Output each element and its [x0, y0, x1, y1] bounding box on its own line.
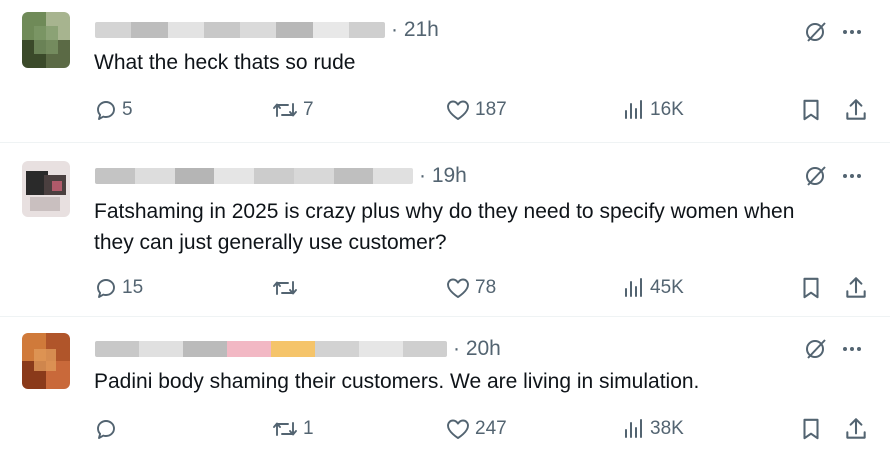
avatar-pixel	[30, 197, 60, 211]
action-bar: 15 78 45K	[0, 273, 890, 303]
share-icon[interactable]	[843, 416, 869, 442]
reply-icon	[97, 279, 115, 298]
share-icon[interactable]	[843, 97, 869, 123]
like-count: 247	[475, 418, 507, 439]
views-count: 45K	[650, 277, 684, 298]
post-text: What the heck thats so rude	[94, 51, 356, 74]
more-icon[interactable]	[840, 20, 864, 44]
action-bar: 1 247 38K	[0, 414, 890, 444]
bookmark-icon[interactable]	[798, 275, 824, 301]
like-button[interactable]: 247	[445, 414, 507, 444]
grok-icon[interactable]	[804, 337, 828, 361]
action-bar: 5 7 187 16K	[0, 95, 890, 125]
reply-icon	[97, 101, 115, 120]
bookmark-icon[interactable]	[798, 416, 824, 442]
timestamp[interactable]: · 20h	[453, 337, 501, 361]
repost-button[interactable]	[271, 273, 303, 303]
repost-button[interactable]: 7	[271, 95, 314, 125]
avatar-pixel	[34, 349, 56, 371]
reply-button[interactable]: 5	[94, 95, 133, 125]
avatar-pixel	[34, 26, 58, 54]
avatar-pixel	[52, 181, 62, 191]
avatar[interactable]	[22, 12, 70, 68]
repost-count: 7	[303, 99, 314, 120]
views-count: 38K	[650, 418, 684, 439]
like-button[interactable]: 187	[445, 95, 507, 125]
post-1[interactable]: · 21h What the heck thats so rude 5 7 18…	[0, 0, 890, 143]
like-icon	[447, 278, 469, 298]
repost-icon	[273, 281, 297, 295]
blurred-username[interactable]	[95, 22, 385, 38]
grok-icon[interactable]	[804, 20, 828, 44]
views-count: 16K	[650, 99, 684, 120]
views-button[interactable]: 45K	[622, 273, 684, 303]
post-text: Fatshaming in 2025 is crazy plus why do …	[94, 200, 795, 254]
grok-icon[interactable]	[804, 164, 828, 188]
views-button[interactable]: 38K	[622, 414, 684, 444]
reply-button[interactable]: 15	[94, 273, 143, 303]
repost-count: 1	[303, 418, 314, 439]
views-button[interactable]: 16K	[622, 95, 684, 125]
more-icon[interactable]	[840, 337, 864, 361]
post-3[interactable]: · 20h Padini body shaming their customer…	[0, 317, 890, 460]
post-2[interactable]: · 19h Fatshaming in 2025 is crazy plus w…	[0, 143, 890, 317]
avatar[interactable]	[22, 161, 70, 217]
reply-button[interactable]	[94, 414, 122, 444]
repost-icon	[273, 103, 297, 117]
bookmark-icon[interactable]	[798, 97, 824, 123]
timestamp[interactable]: · 21h	[391, 18, 439, 42]
views-icon	[625, 419, 642, 438]
reply-icon	[97, 420, 115, 439]
repost-button[interactable]: 1	[271, 414, 314, 444]
like-icon	[447, 100, 469, 120]
blurred-username[interactable]	[95, 341, 447, 357]
views-icon	[625, 278, 642, 297]
like-button[interactable]: 78	[445, 273, 496, 303]
like-icon	[447, 419, 469, 439]
more-icon[interactable]	[840, 164, 864, 188]
post-header: · 19h	[95, 164, 467, 188]
like-count: 78	[475, 277, 497, 298]
views-icon	[625, 100, 642, 119]
share-icon[interactable]	[843, 275, 869, 301]
reply-feed: · 21h What the heck thats so rude 5 7 18…	[0, 0, 890, 460]
reply-count: 5	[122, 99, 133, 120]
post-header: · 20h	[95, 337, 501, 361]
reply-count: 15	[122, 277, 144, 298]
like-count: 187	[475, 99, 507, 120]
post-text: Padini body shaming their customers. We …	[94, 370, 700, 393]
avatar[interactable]	[22, 333, 70, 389]
timestamp[interactable]: · 19h	[419, 164, 467, 188]
post-header: · 21h	[95, 18, 439, 42]
repost-icon	[273, 422, 297, 436]
blurred-username[interactable]	[95, 168, 413, 184]
